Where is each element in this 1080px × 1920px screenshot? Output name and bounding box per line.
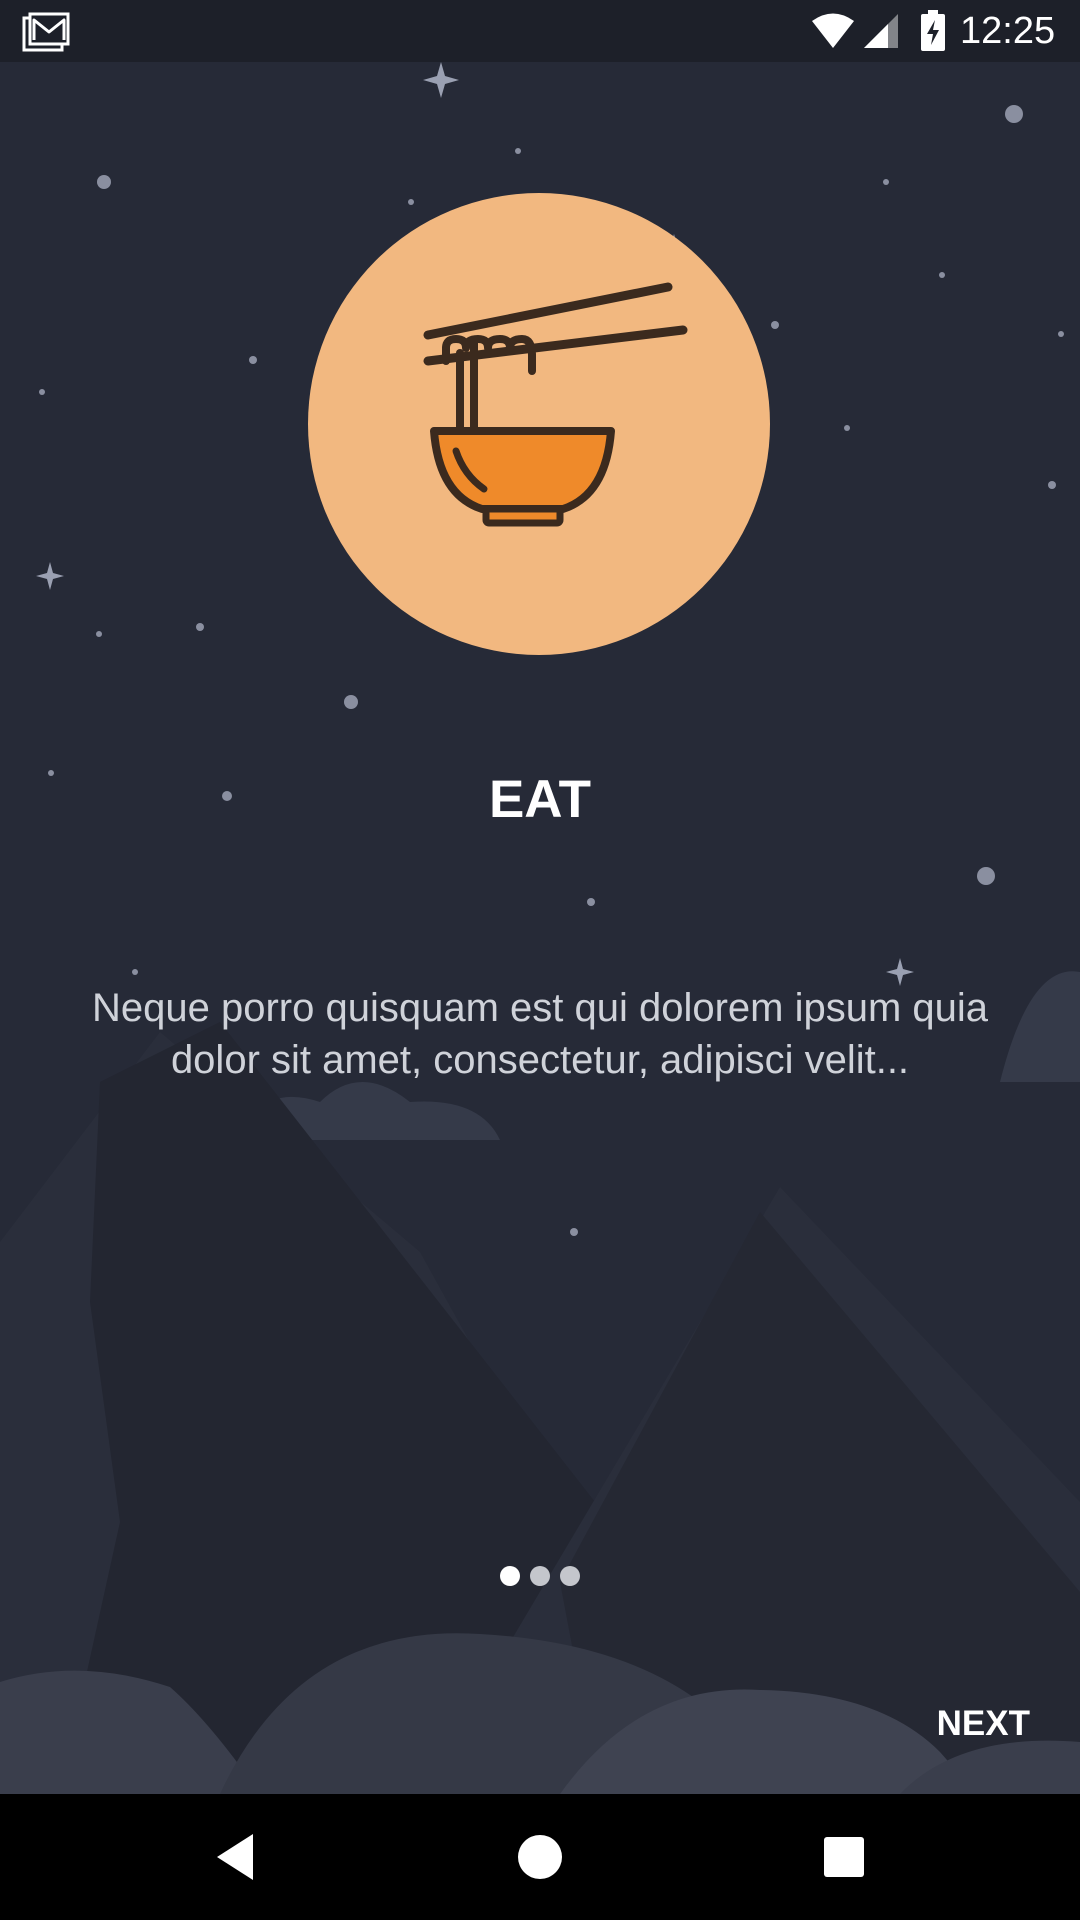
status-bar: 12:25: [0, 0, 1080, 62]
navigation-bar: [0, 1794, 1080, 1920]
page-title: EAT: [488, 770, 592, 829]
page-dot-2[interactable]: [530, 1566, 550, 1586]
page-description: Neque porro quisquam est qui dolorem ips…: [91, 986, 989, 1082]
wifi-icon: [812, 13, 854, 48]
onboarding-screen: 12:25 EAT Neque porro quisquam est qui d…: [0, 0, 1080, 1920]
page-indicator: [0, 1566, 1080, 1586]
onboarding-page: EAT Neque porro quisquam est qui dolorem…: [0, 0, 1080, 1794]
battery-charging-icon: [921, 10, 945, 51]
page-dot-1[interactable]: [500, 1566, 520, 1586]
recents-icon[interactable]: [809, 1822, 879, 1892]
gmail-notification-icon: [22, 12, 70, 52]
page-dot-3[interactable]: [560, 1566, 580, 1586]
illustration-circle: [308, 193, 770, 655]
home-icon[interactable]: [505, 1822, 575, 1892]
clock: 12:25: [960, 10, 1056, 52]
back-icon[interactable]: [201, 1822, 271, 1892]
next-button[interactable]: NEXT: [880, 1696, 1030, 1752]
cellular-signal-icon: [864, 14, 898, 48]
noodle-bowl-icon: [308, 193, 770, 655]
